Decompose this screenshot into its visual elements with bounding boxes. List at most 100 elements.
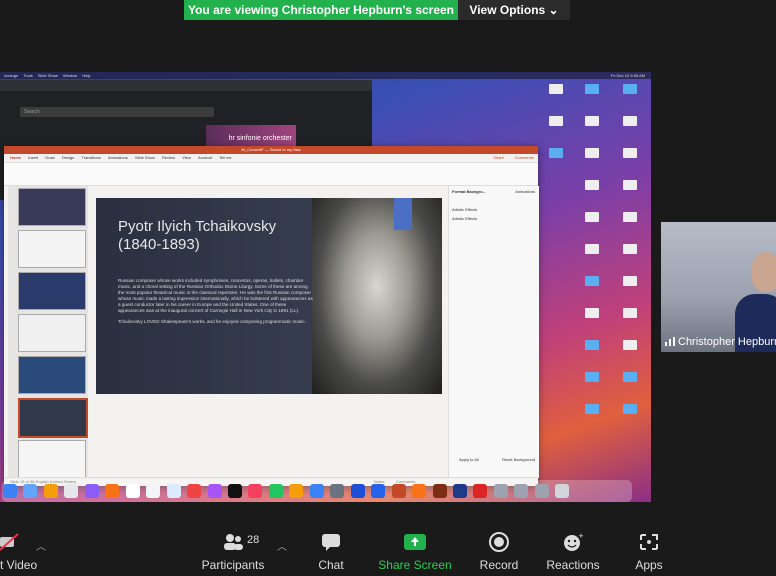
zoom-icon <box>371 484 386 498</box>
view-options-button[interactable]: View Options ⌄ <box>458 0 570 20</box>
app-icon <box>146 484 161 498</box>
desktop-file-icon <box>620 244 640 260</box>
panel-tab: Animations <box>515 189 535 194</box>
slide-thumb <box>18 272 86 310</box>
record-icon <box>489 532 509 552</box>
desktop-folder-icon <box>582 372 602 388</box>
app-icon <box>43 484 58 498</box>
share-screen-button[interactable]: Share Screen <box>376 524 454 576</box>
tab-view: View <box>182 155 191 160</box>
slide-thumb-active <box>18 398 88 438</box>
menu-tools: Tools <box>23 73 33 78</box>
app-icon <box>23 484 38 498</box>
chat-icon <box>322 534 340 551</box>
participants-caret-icon[interactable]: ︿ <box>277 538 287 553</box>
reactions-button[interactable]: + Reactions <box>544 524 602 576</box>
tab-review: Review <box>162 155 176 160</box>
video-off-icon <box>0 533 19 551</box>
share-label: Share <box>493 155 504 160</box>
ppt-titlebar: AI_ConcertF — Saved to my Mac <box>4 146 538 154</box>
desktop-file-icon <box>582 212 602 228</box>
record-button[interactable]: Record <box>474 524 524 576</box>
participants-label: Participants <box>201 558 265 572</box>
tab-tellme: Tell me <box>218 155 232 160</box>
slide-title: Pyotr Ilyich Tchaikovsky (1840-1893) <box>118 218 277 253</box>
slide-thumb <box>18 440 86 478</box>
app-icon <box>105 484 120 498</box>
viewing-banner: You are viewing Christopher Hepburn's sc… <box>184 0 458 20</box>
tv-icon <box>227 484 242 498</box>
powerpoint-icon <box>391 484 406 498</box>
slide-body-paragraph: Russian composer whose works included sy… <box>118 278 313 313</box>
desktop-folder-icon <box>546 148 566 164</box>
desktop-icons <box>540 82 650 442</box>
appstore-icon <box>309 484 324 498</box>
current-slide: Pyotr Ilyich Tchaikovsky (1840-1893) Rus… <box>96 198 442 394</box>
apps-button[interactable]: Apps <box>626 524 672 576</box>
slide-thumbnails <box>8 186 88 478</box>
desktop-folder-icon <box>582 404 602 420</box>
news-icon <box>248 484 263 498</box>
tab-insert: Insert <box>28 155 39 160</box>
reactions-icon: + <box>564 532 584 551</box>
slide-thumb <box>18 188 86 226</box>
apps-icon <box>640 534 658 550</box>
desktop-file-icon <box>582 180 602 196</box>
mac-clock: Fri Dec 10 9:55 AM <box>610 73 645 78</box>
desktop-file-icon <box>582 148 602 164</box>
panel-item: Artistic Effects <box>452 207 478 212</box>
stop-video-label: t Video <box>0 558 38 572</box>
slide-accent-block <box>394 198 412 230</box>
chat-label: Chat <box>318 558 344 572</box>
ppt-ribbon <box>4 163 538 186</box>
share-screen-icon <box>404 534 426 550</box>
desktop-folder-icon <box>582 276 602 292</box>
portrait-image <box>312 198 442 394</box>
tab-slideshow: Slide Show <box>134 155 155 160</box>
desktop-file-icon <box>620 276 640 292</box>
desktop-file-icon <box>620 116 640 132</box>
comments-label: Comments <box>514 155 534 160</box>
app-icon <box>534 484 549 498</box>
desktop-file-icon <box>620 340 640 356</box>
svg-text:+: + <box>578 532 584 540</box>
participants-icon <box>224 534 243 550</box>
numbers-icon <box>268 484 283 498</box>
slide-thumb <box>18 314 86 352</box>
desktop-file-icon <box>620 180 640 196</box>
tab-draw: Draw <box>45 155 55 160</box>
reactions-label: Reactions <box>546 558 600 572</box>
shared-screen: Arrange Tools Slide Show Window Help Fri… <box>0 72 651 502</box>
settings-icon <box>330 484 345 498</box>
mac-dock <box>2 480 632 502</box>
mac-menubar: Arrange Tools Slide Show Window Help Fri… <box>0 72 651 79</box>
tab-acrobat: Acrobat <box>198 155 212 160</box>
desktop-folder-icon <box>620 372 640 388</box>
powerpoint-window: AI_ConcertF — Saved to my Mac Home Inser… <box>4 146 539 486</box>
participant-head <box>751 252 776 292</box>
app-icon <box>514 484 529 498</box>
finder-icon <box>3 484 17 498</box>
participant-video[interactable]: Christopher Hepburn <box>661 222 776 352</box>
chat-button[interactable]: Chat <box>306 524 356 576</box>
desktop-file-icon <box>620 308 640 324</box>
trash-icon <box>555 484 570 498</box>
participants-button[interactable]: 28 Participants <box>198 524 268 576</box>
participants-count: 28 <box>247 534 260 546</box>
menu-window: Window <box>62 73 78 78</box>
photoshop-icon <box>452 484 467 498</box>
video-caret-icon[interactable]: ︿ <box>36 538 46 553</box>
desktop-file-icon <box>546 116 566 132</box>
browser-toolbar <box>0 80 372 91</box>
slide-body: Russian composer whose works included sy… <box>118 278 314 325</box>
desktop-folder-icon <box>582 84 602 100</box>
app-icon <box>84 484 99 498</box>
record-label: Record <box>479 558 519 572</box>
desktop-file-icon <box>582 116 602 132</box>
stop-video-button[interactable]: t Video <box>0 524 40 576</box>
tab-home: Home <box>10 155 22 160</box>
share-screen-label: Share Screen <box>378 558 452 572</box>
participant-name: Christopher Hepburn <box>678 336 776 348</box>
slide-body-paragraph: Tchaikovsky LOVED Shakespeare's works, a… <box>118 319 306 324</box>
illustrator-icon <box>432 484 447 498</box>
